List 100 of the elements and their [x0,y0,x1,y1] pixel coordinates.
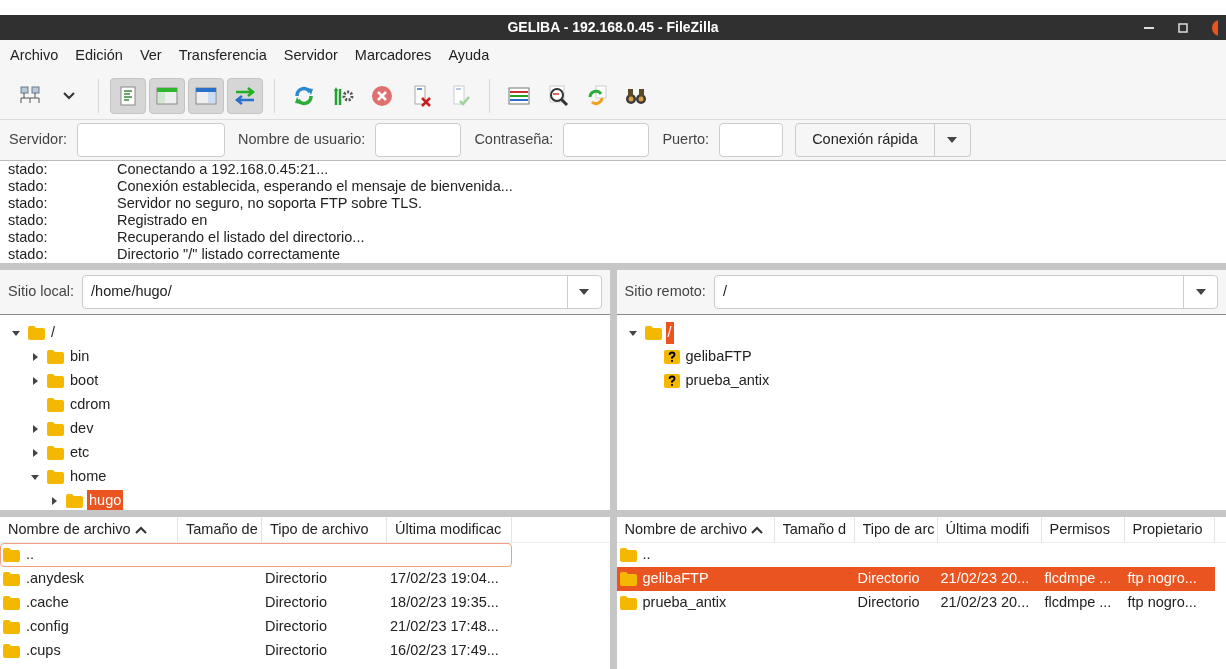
column-header[interactable]: Nombre de archivo [0,517,178,542]
table-cell-text: Directorio [857,569,920,589]
tree-item[interactable]: etc [68,442,92,464]
expanded-caret-icon[interactable] [627,328,638,338]
path-combo-field[interactable]: /home/hugo/ [82,275,602,309]
collapsed-caret-icon[interactable] [30,448,40,458]
table-cell-text: Directorio [265,617,328,637]
file-row[interactable]: .config Directorio 21/02/23 17:48... [0,615,512,639]
field-label: Servidor: [9,130,68,150]
tree-item[interactable]: / [665,322,674,344]
table-cell-text: 18/02/23 19:35... [390,593,499,613]
input-field[interactable] [563,123,650,157]
tree-item[interactable]: bin [68,346,92,368]
log-message: Recuperando el listado del directorio... [117,229,365,246]
tree-item[interactable]: gelibaFTP [683,346,754,368]
file-row[interactable]: .cache Directorio 18/02/23 19:35... [0,591,512,615]
close-icon[interactable] [1212,19,1218,36]
caret-icon[interactable] [1195,289,1206,295]
table-cell-text: .cups [26,641,61,661]
menu-item[interactable]: Marcadores [354,45,432,67]
tree-item[interactable]: dev [68,418,96,440]
log-message: Directorio "/" listado correctamente [117,246,341,263]
cancel-icon [371,84,393,107]
folder-icon [47,350,64,364]
log-message: Servidor no seguro, no soporta FTP sobre TLS. [117,195,422,212]
table-cell-text: .. [26,545,35,565]
collapsed-caret-icon[interactable] [30,424,40,434]
log-type: stado: [7,195,49,212]
quick-connect-button[interactable]: Conexión rápida [795,123,935,157]
folder-icon [619,548,637,562]
collapsed-caret-icon[interactable] [49,496,59,506]
log-type: stado: [7,229,49,246]
field-label: Contraseña: [474,130,554,150]
file-row[interactable]: prueba_antix Directorio 21/02/23 20... flcdmpe ... ftp nogro... [616,591,1215,615]
tree-item[interactable]: / [49,322,58,344]
column-header[interactable]: Tamaño de [178,517,262,542]
menu-item[interactable]: Ayuda [448,45,490,67]
folder-icon [619,572,637,586]
unknown-file-icon [663,350,680,364]
expanded-caret-icon[interactable] [30,472,40,482]
path-combo-field[interactable]: / [713,275,1218,309]
column-header[interactable]: Tamaño d [774,517,855,542]
column-header[interactable]: Última modificac [387,517,512,542]
log-message: Registrado en [117,212,208,229]
column-header[interactable]: Tipo de archivo [262,517,387,542]
menu-item[interactable]: Archivo [10,45,59,67]
column-header[interactable]: Propietario [1124,517,1215,542]
collapsed-caret-icon[interactable] [30,376,40,386]
expanded-caret-icon[interactable] [11,328,21,338]
input-field[interactable] [77,123,226,157]
file-row[interactable]: .. [616,543,1215,567]
log-type: stado: [7,161,49,178]
window-left-pane-icon [156,86,178,105]
folder-icon [47,470,64,484]
minimize-icon[interactable] [1144,26,1154,29]
table-cell-text: prueba_antix [642,593,727,613]
binoculars-icon [625,86,647,105]
menu-item[interactable]: Servidor [283,45,338,67]
tree-item[interactable]: hugo [87,490,124,510]
table-cell-text: flcdmpe ... [1044,569,1112,589]
file-row[interactable]: .. [0,543,512,567]
chevron-down-icon [62,90,76,101]
file-row[interactable]: gelibaFTP Directorio 21/02/23 20... flcdmpe ... ftp nogro... [616,567,1215,591]
dropdown-button[interactable] [934,123,971,157]
input-field[interactable] [719,123,784,157]
transfer-arrows-icon [234,86,256,105]
tree-item[interactable]: home [68,466,109,488]
folder-icon [47,398,64,412]
site-label: Sitio remoto: [624,282,706,302]
menu-item[interactable]: Edición [75,45,123,67]
field-label: Nombre de usuario: [238,130,366,150]
menu-item[interactable]: Transferencia [178,45,267,67]
unknown-file-icon [663,374,680,388]
tree-item[interactable]: prueba_antix [683,370,772,392]
caret-icon[interactable] [579,289,589,295]
window-title: GELIBA - 192.168.0.45 - FileZilla [507,18,719,37]
column-header[interactable]: Última modifi [937,517,1042,542]
maximize-icon[interactable] [1178,22,1188,33]
folder-icon [66,494,83,508]
column-header[interactable]: Tipo de arc [854,517,938,542]
table-cell-text: Directorio [857,593,920,613]
input-field[interactable] [375,123,462,157]
sort-up-icon [751,525,763,534]
magnifier-icon [547,84,569,107]
folder-icon [3,644,20,658]
column-header[interactable]: Permisos [1041,517,1125,542]
table-cell-text: ftp nogro... [1127,569,1197,589]
file-row[interactable]: .anydesk Directorio 17/02/23 19:04... [0,567,512,591]
menu-item[interactable]: Ver [139,45,162,67]
column-header[interactable]: Nombre de archivo [616,517,775,542]
collapsed-caret-icon[interactable] [30,352,40,362]
tree-item[interactable]: boot [68,370,101,392]
file-row[interactable]: .cups Directorio 16/02/23 17:49... [0,639,512,663]
server-tree-icon [19,85,41,106]
log-type: stado: [7,212,49,229]
tree-item[interactable]: cdrom [68,394,113,416]
table-cell-text: ftp nogro... [1127,593,1197,613]
table-cell-text: .anydesk [26,569,85,589]
refresh-icon [293,84,315,107]
window-right-pane-icon [195,86,217,105]
